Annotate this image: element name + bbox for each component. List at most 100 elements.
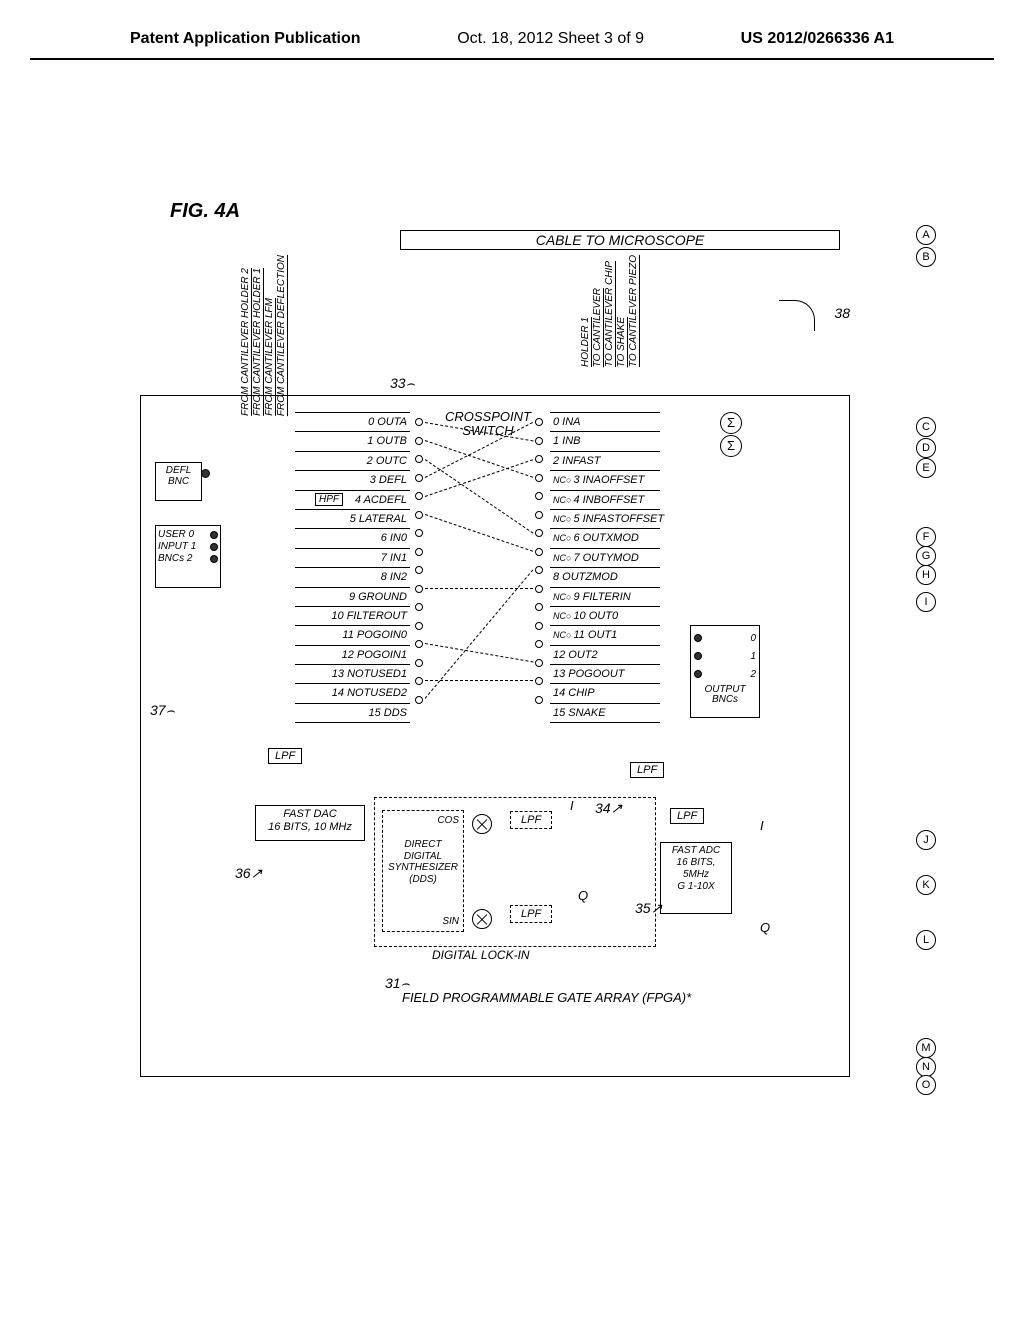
switch-pin-icon <box>415 437 423 445</box>
switch-row-right: NC○9 FILTERIN <box>550 588 660 607</box>
summing-node-icon-2: Σ <box>720 435 742 457</box>
figure-4a: FIG. 4A CABLE TO MICROSCOPE FROM CANTILE… <box>140 200 900 1080</box>
lpf-box-2: LPF <box>630 762 664 778</box>
switch-row-left: 8 IN2 <box>295 568 410 587</box>
mixer-icon-q <box>472 909 492 929</box>
dds-sin-output: SIN <box>442 916 459 927</box>
output-bncs-label: OUTPUTBNCs <box>694 685 756 705</box>
switch-pins-right <box>535 418 545 714</box>
switch-pin-icon <box>535 677 543 685</box>
switch-pin-icon <box>415 511 423 519</box>
terminal-bubble-d: D <box>916 438 936 458</box>
crosspoint-switch-label: CROSSPOINTSWITCH <box>445 410 531 439</box>
terminal-bubble-c: C <box>916 417 936 437</box>
fast-adc-box: FAST ADC16 BITS,5MHzG 1-10X <box>660 842 732 914</box>
switch-pins-left <box>415 418 425 714</box>
switch-row-left: 11 POGOIN0 <box>295 626 410 645</box>
output-bncs-box: 012OUTPUTBNCs <box>690 625 760 718</box>
bnc-port-icon <box>210 531 218 539</box>
switch-pin-icon <box>535 696 543 704</box>
switch-row-left: 5 LATERAL <box>295 510 410 529</box>
bnc-port-icon <box>694 634 702 642</box>
terminal-bubble-b: B <box>916 247 936 267</box>
switch-row-right: 8 OUTZMOD <box>550 568 660 587</box>
figure-label: FIG. 4A <box>170 200 240 223</box>
switch-pin-icon <box>415 677 423 685</box>
hpf-box: HPF <box>315 493 343 506</box>
switch-pin-icon <box>535 585 543 593</box>
switch-row-right: NC○4 INBOFFSET <box>550 491 660 510</box>
cable-label: TO CANTILEVER PIEZO <box>629 255 639 367</box>
cable-label: HOLDER 1 <box>581 317 591 367</box>
switch-pin-icon <box>415 492 423 500</box>
switch-pin-icon <box>415 455 423 463</box>
switch-row-right: 14 CHIP <box>550 684 660 703</box>
dds-cos-output: COS <box>437 815 459 826</box>
schematic-frame <box>140 395 850 1077</box>
switch-row-left: 12 POGOIN1 <box>295 646 410 665</box>
switch-pin-icon <box>535 492 543 500</box>
cable-label: FROM CANTILEVER DEFLECTION <box>277 255 287 416</box>
switch-pin-icon <box>535 640 543 648</box>
ref-38: 38 <box>834 305 850 321</box>
bnc-port-icon <box>210 555 218 563</box>
switch-row-left: 2 OUTC <box>295 452 410 471</box>
header-right: US 2012/0266336 A1 <box>741 30 894 48</box>
switch-row-right: 2 INFAST <box>550 452 660 471</box>
ref-34: 34↗ <box>595 800 622 817</box>
bnc-port-icon <box>694 652 702 660</box>
output-bnc-row: 1 <box>694 647 756 665</box>
cable-label: TO CANTILEVER CHIP <box>605 261 615 367</box>
bnc-port-icon <box>201 469 210 478</box>
switch-row-right: 0 INA <box>550 412 660 432</box>
switch-pin-icon <box>535 529 543 537</box>
switch-pin-icon <box>415 659 423 667</box>
switch-row-left: 7 IN1 <box>295 549 410 568</box>
switch-row-right: NC○6 OUTXMOD <box>550 529 660 548</box>
switch-row-right: NC○7 OUTYMOD <box>550 549 660 568</box>
switch-row-right: 15 SNAKE <box>550 704 660 723</box>
ref-35: 35↗ <box>635 900 662 917</box>
switch-pin-icon <box>535 659 543 667</box>
switch-row-right: NC○5 INFASTOFFSET <box>550 510 660 529</box>
output-bnc-row: 0 <box>694 629 756 647</box>
switch-pin-icon <box>415 622 423 630</box>
switch-pin-icon <box>415 529 423 537</box>
signal-i-out-label: I <box>760 818 764 833</box>
lpf-box-3: LPF <box>670 808 704 824</box>
switch-row-right: NC○11 OUT1 <box>550 626 660 645</box>
signal-q-out-label: Q <box>760 920 770 935</box>
switch-pin-icon <box>535 418 543 426</box>
terminal-bubble-f: F <box>916 527 936 547</box>
header-center: Oct. 18, 2012 Sheet 3 of 9 <box>457 30 644 48</box>
terminal-bubble-n: N <box>916 1057 936 1077</box>
bnc-port-icon <box>694 670 702 678</box>
terminal-bubble-j: J <box>916 830 936 850</box>
switch-pin-icon <box>535 511 543 519</box>
switch-row-left: 1 OUTB <box>295 432 410 451</box>
lpf-q-box: LPF <box>510 905 552 923</box>
ref-37: 37⌢ <box>150 702 175 719</box>
switch-row-left: 15 DDS <box>295 704 410 723</box>
switch-pin-icon <box>535 622 543 630</box>
user-bnc-row: USER 0 <box>158 529 218 541</box>
user-bnc-row: INPUT 1 <box>158 541 218 553</box>
dds-box: COS DIRECTDIGITALSYNTHESIZER(DDS) SIN <box>382 810 464 932</box>
terminal-bubble-a: A <box>916 225 936 245</box>
curve-arrow-icon <box>779 300 815 331</box>
terminal-bubble-h: H <box>916 565 936 585</box>
switch-row-right: 1 INB <box>550 432 660 451</box>
switch-pin-icon <box>535 437 543 445</box>
fast-dac-box: FAST DAC16 BITS, 10 MHz <box>255 805 365 841</box>
terminal-bubble-m: M <box>916 1038 936 1058</box>
digital-lockin-label: DIGITAL LOCK-IN <box>432 948 530 962</box>
signal-i-label: I <box>570 798 574 813</box>
mixer-icon-i <box>472 814 492 834</box>
cable-header: CABLE TO MICROSCOPE <box>400 230 840 250</box>
bnc-port-icon <box>210 543 218 551</box>
terminal-bubble-g: G <box>916 546 936 566</box>
switch-pin-icon <box>415 474 423 482</box>
switch-pin-icon <box>415 696 423 704</box>
switch-pin-icon <box>535 566 543 574</box>
fpga-label: FIELD PROGRAMMABLE GATE ARRAY (FPGA)* <box>402 990 691 1005</box>
